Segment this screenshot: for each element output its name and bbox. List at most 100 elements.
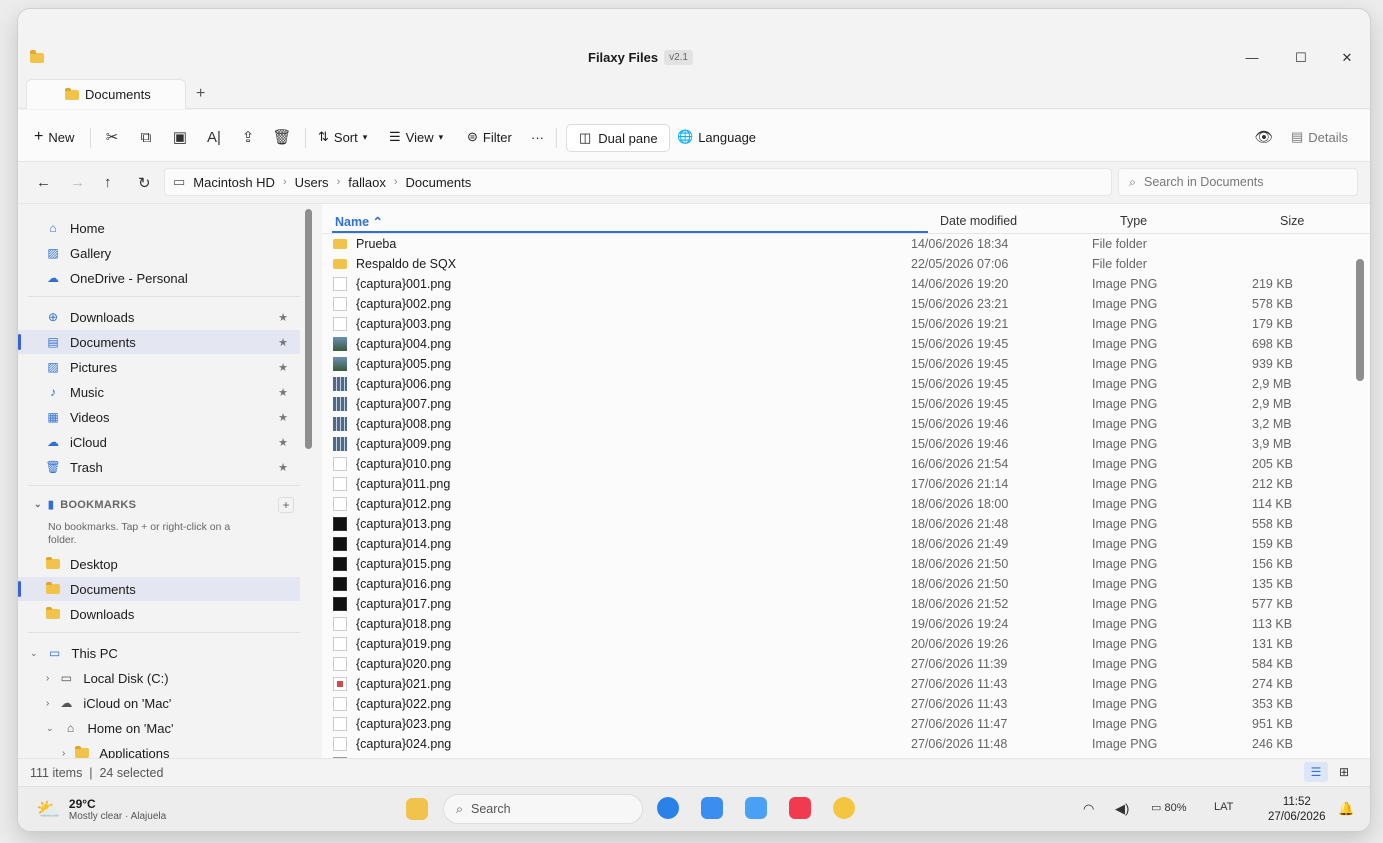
- eye-icon[interactable]: 👁: [1254, 128, 1274, 148]
- column-name[interactable]: Name ⌃: [335, 214, 383, 229]
- paste-icon[interactable]: ▣: [170, 128, 190, 148]
- list-view-icon[interactable]: ☰: [1304, 762, 1328, 782]
- sidebar-item-this-pc[interactable]: ⌄ ▭ This PC: [18, 641, 300, 665]
- table-row[interactable]: {captura}001.png 14/06/2026 19:20 Image PN…: [322, 274, 1352, 294]
- table-row[interactable]: {captura}014.png 18/06/2026 21:49 Image PN…: [322, 534, 1352, 554]
- mail-icon[interactable]: [701, 797, 723, 819]
- file-explorer-icon[interactable]: [406, 798, 428, 820]
- filter-button[interactable]: ⊜ Filter: [467, 124, 512, 150]
- table-row[interactable]: {captura}024.png 27/06/2026 11:48 Image PN…: [322, 734, 1352, 754]
- table-row[interactable]: {captura}018.png 19/06/2026 19:24 Image PN…: [322, 614, 1352, 634]
- table-row[interactable]: {captura}009.png 15/06/2026 19:46 Image PN…: [322, 434, 1352, 454]
- table-row[interactable]: {captura}013.png 18/06/2026 21:48 Image PN…: [322, 514, 1352, 534]
- sidebar-item-music[interactable]: ♪ Music ★: [18, 380, 300, 404]
- table-row[interactable]: {captura}010.png 16/06/2026 21:54 Image PN…: [322, 454, 1352, 474]
- scroll-thumb[interactable]: [1356, 259, 1364, 381]
- rename-icon[interactable]: A|: [204, 128, 224, 148]
- breadcrumb-item[interactable]: Macintosh HD: [193, 175, 275, 190]
- table-row[interactable]: {captura}011.png 17/06/2026 21:14 Image PN…: [322, 474, 1352, 494]
- pin-icon[interactable]: ★: [278, 386, 288, 399]
- keyboard-language[interactable]: LAT: [1214, 801, 1233, 813]
- volume-icon[interactable]: ◀): [1115, 801, 1129, 817]
- maximize-icon[interactable]: ☐: [1291, 49, 1311, 67]
- cut-icon[interactable]: ✂: [102, 128, 122, 148]
- sidebar-item-gallery[interactable]: ▨ Gallery: [18, 241, 300, 265]
- sort-button[interactable]: ⇅ Sort ▾: [318, 124, 367, 150]
- table-row[interactable]: Respaldo de SQX 22/05/2026 07:06 File fold…: [322, 254, 1352, 274]
- photos-icon[interactable]: [833, 797, 855, 819]
- safari-icon[interactable]: [657, 797, 679, 819]
- up-icon[interactable]: ↑: [104, 174, 112, 191]
- table-row[interactable]: {captura}022.png 27/06/2026 11:43 Image PN…: [322, 694, 1352, 714]
- table-row[interactable]: {captura}020.png 27/06/2026 11:39 Image PN…: [322, 654, 1352, 674]
- pin-icon[interactable]: ★: [278, 336, 288, 349]
- sidebar-item-icloud[interactable]: ☁ iCloud ★: [18, 430, 300, 454]
- table-row[interactable]: {captura}007.png 15/06/2026 19:45 Image PN…: [322, 394, 1352, 414]
- sidebar-item-home[interactable]: ⌂ Home: [18, 216, 300, 240]
- sidebar-item-videos[interactable]: ▦ Videos ★: [18, 405, 300, 429]
- table-row[interactable]: {captura}003.png 15/06/2026 19:21 Image PN…: [322, 314, 1352, 334]
- breadcrumb-item[interactable]: Users: [295, 175, 329, 190]
- wifi-icon[interactable]: ◠: [1083, 801, 1094, 817]
- breadcrumb-item[interactable]: Documents: [405, 175, 471, 190]
- notification-icon[interactable]: 🔔: [1338, 801, 1354, 817]
- table-row[interactable]: {captura}021.png 27/06/2026 11:43 Image PN…: [322, 674, 1352, 694]
- sidebar-item-applications[interactable]: › Applications: [18, 741, 300, 758]
- sidebar-item-pictures[interactable]: ▨ Pictures ★: [18, 355, 300, 379]
- taskbar-search[interactable]: ⌕ Search: [443, 794, 643, 824]
- minimize-icon[interactable]: —: [1242, 49, 1262, 67]
- column-size[interactable]: Size: [1280, 214, 1304, 228]
- table-row[interactable]: {captura}005.png 15/06/2026 19:45 Image PN…: [322, 354, 1352, 374]
- close-icon[interactable]: ✕: [1337, 49, 1357, 67]
- language-button[interactable]: 🌐 Language: [677, 124, 756, 150]
- more-options-button[interactable]: ···: [531, 124, 544, 150]
- table-row[interactable]: {captura}016.png 18/06/2026 21:50 Image PN…: [322, 574, 1352, 594]
- table-row[interactable]: Prueba 14/06/2026 18:34 File folder: [322, 234, 1352, 254]
- bookmarks-header[interactable]: ⌄ ▮ BOOKMARKS: [34, 498, 136, 512]
- bookmark-item-documents[interactable]: Documents: [18, 577, 300, 601]
- pin-icon[interactable]: ★: [278, 436, 288, 449]
- column-date[interactable]: Date modified: [940, 214, 1017, 228]
- breadcrumb-item[interactable]: fallaox: [348, 175, 386, 190]
- file-list-scrollbar[interactable]: [1355, 249, 1365, 759]
- pin-icon[interactable]: ★: [278, 461, 288, 474]
- search-input[interactable]: ⌕ Search in Documents: [1118, 168, 1358, 196]
- sidebar-item-documents[interactable]: ▤ Documents ★: [18, 330, 300, 354]
- refresh-icon[interactable]: ↻: [138, 174, 151, 192]
- pin-icon[interactable]: ★: [278, 311, 288, 324]
- sidebar-item-trash[interactable]: 🗑 Trash ★: [18, 455, 300, 479]
- pin-icon[interactable]: ★: [278, 411, 288, 424]
- scroll-thumb[interactable]: [305, 209, 312, 449]
- add-tab-button[interactable]: +: [196, 85, 205, 103]
- bookmark-item-desktop[interactable]: Desktop: [18, 552, 300, 576]
- tab-documents[interactable]: Documents: [26, 79, 186, 109]
- sidebar-item-icloud-mac[interactable]: › ☁ iCloud on 'Mac': [18, 691, 300, 715]
- pin-icon[interactable]: ★: [278, 361, 288, 374]
- details-button[interactable]: ▤ Details: [1291, 124, 1348, 150]
- table-row[interactable]: {captura}008.png 15/06/2026 19:46 Image PN…: [322, 414, 1352, 434]
- dual-pane-button[interactable]: ◫ Dual pane: [566, 124, 670, 152]
- delete-icon[interactable]: 🗑: [272, 128, 292, 148]
- music-icon[interactable]: [789, 797, 811, 819]
- view-button[interactable]: ☰ View ▾: [389, 124, 443, 150]
- share-icon[interactable]: ⇪: [238, 128, 258, 148]
- table-row[interactable]: {captura}019.png 20/06/2026 19:26 Image PN…: [322, 634, 1352, 654]
- table-row[interactable]: {captura}017.png 18/06/2026 21:52 Image PN…: [322, 594, 1352, 614]
- add-bookmark-button[interactable]: +: [278, 497, 294, 513]
- weather-widget[interactable]: ⛅ 29°C Mostly clear · Alajuela: [36, 797, 166, 822]
- table-row[interactable]: {captura}002.png 15/06/2026 23:21 Image PN…: [322, 294, 1352, 314]
- table-row[interactable]: {captura}012.png 18/06/2026 18:00 Image PN…: [322, 494, 1352, 514]
- sidebar-item-onedrive[interactable]: ☁ OneDrive - Personal: [18, 266, 300, 290]
- table-row[interactable]: {captura}023.png 27/06/2026 11:47 Image PN…: [322, 714, 1352, 734]
- back-icon[interactable]: ←: [36, 174, 51, 191]
- copy-icon[interactable]: ⧉: [136, 128, 156, 148]
- forward-icon[interactable]: →: [70, 174, 85, 191]
- column-type[interactable]: Type: [1120, 214, 1147, 228]
- finder-icon[interactable]: [745, 797, 767, 819]
- new-button[interactable]: + New: [34, 124, 74, 150]
- battery-widget[interactable]: ▭ 80%: [1151, 801, 1187, 814]
- bookmark-item-downloads[interactable]: Downloads: [18, 602, 300, 626]
- grid-view-icon[interactable]: ⊞: [1332, 762, 1356, 782]
- sidebar-item-downloads[interactable]: ⊕ Downloads ★: [18, 305, 300, 329]
- sidebar-scrollbar[interactable]: [303, 209, 313, 757]
